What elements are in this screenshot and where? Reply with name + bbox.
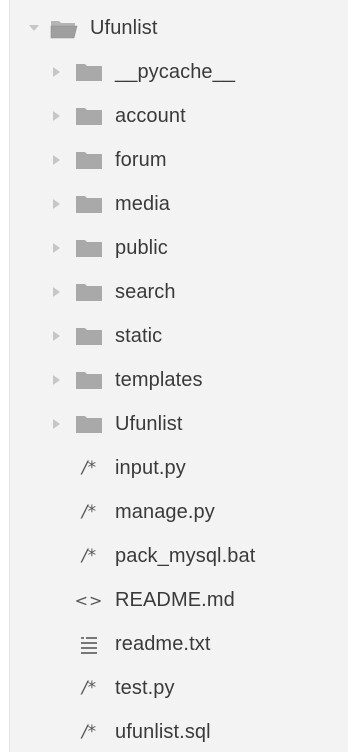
tree-folder-media[interactable]: media (10, 184, 348, 224)
tree-folder-static[interactable]: static (10, 316, 348, 356)
python-comment-icon: /* (81, 502, 97, 522)
tree-file-manage-py[interactable]: /* manage.py (10, 492, 348, 532)
folder-icon (76, 240, 102, 257)
caret-right-icon[interactable] (51, 110, 61, 122)
tree-item-label: public (115, 236, 168, 259)
markup-icon: <> (74, 590, 104, 610)
tree-file-test-py[interactable]: /* test.py (10, 668, 348, 708)
python-comment-icon: /* (81, 678, 97, 698)
tree-file-ufunlist-sql[interactable]: /* ufunlist.sql (10, 712, 348, 752)
tree-file-readme-md[interactable]: <> README.md (10, 580, 348, 620)
file-tree: Ufunlist __pycache__ account forum media (9, 0, 348, 752)
folder-icon (76, 108, 102, 125)
tree-item-label: test.py (115, 676, 175, 699)
folder-icon (76, 328, 102, 345)
python-comment-icon: /* (81, 722, 97, 742)
tree-item-label: forum (115, 148, 167, 171)
caret-right-icon[interactable] (51, 330, 61, 342)
tree-folder-templates[interactable]: templates (10, 360, 348, 400)
tree-item-label: media (115, 192, 170, 215)
tree-folder-pycache[interactable]: __pycache__ (10, 52, 348, 92)
caret-right-icon[interactable] (51, 198, 61, 210)
folder-icon (76, 416, 102, 433)
tree-item-label: Ufunlist (115, 412, 183, 435)
caret-right-icon[interactable] (51, 154, 61, 166)
tree-item-label: manage.py (115, 500, 215, 523)
python-comment-icon: /* (81, 458, 97, 478)
python-comment-icon: /* (81, 546, 97, 566)
open-folder-icon (50, 21, 78, 39)
tree-item-label: pack_mysql.bat (115, 544, 256, 567)
caret-right-icon[interactable] (51, 374, 61, 386)
tree-item-label: README.md (115, 588, 235, 611)
text-lines-icon (81, 637, 97, 654)
caret-right-icon[interactable] (51, 66, 61, 78)
folder-icon (76, 196, 102, 213)
tree-item-label: templates (115, 368, 203, 391)
caret-right-icon[interactable] (51, 418, 61, 430)
tree-item-label: search (115, 280, 176, 303)
folder-icon (76, 284, 102, 301)
tree-file-input-py[interactable]: /* input.py (10, 448, 348, 488)
tree-item-label: account (115, 104, 186, 127)
tree-folder-forum[interactable]: forum (10, 140, 348, 180)
tree-root-folder[interactable]: Ufunlist (10, 8, 348, 48)
tree-folder-ufunlist[interactable]: Ufunlist (10, 404, 348, 444)
tree-item-label: ufunlist.sql (115, 720, 211, 743)
tree-item-label: __pycache__ (115, 60, 236, 83)
tree-file-readme-txt[interactable]: readme.txt (10, 624, 348, 664)
tree-root-label: Ufunlist (90, 16, 158, 39)
folder-icon (76, 372, 102, 389)
folder-icon (76, 152, 102, 169)
caret-right-icon[interactable] (51, 242, 61, 254)
tree-item-label: input.py (115, 456, 186, 479)
tree-folder-search[interactable]: search (10, 272, 348, 312)
tree-item-label: readme.txt (115, 632, 211, 655)
caret-down-icon[interactable] (28, 22, 40, 34)
tree-folder-account[interactable]: account (10, 96, 348, 136)
tree-file-pack-mysql-bat[interactable]: /* pack_mysql.bat (10, 536, 348, 576)
caret-right-icon[interactable] (51, 286, 61, 298)
tree-folder-public[interactable]: public (10, 228, 348, 268)
folder-icon (76, 64, 102, 81)
tree-item-label: static (115, 324, 163, 347)
